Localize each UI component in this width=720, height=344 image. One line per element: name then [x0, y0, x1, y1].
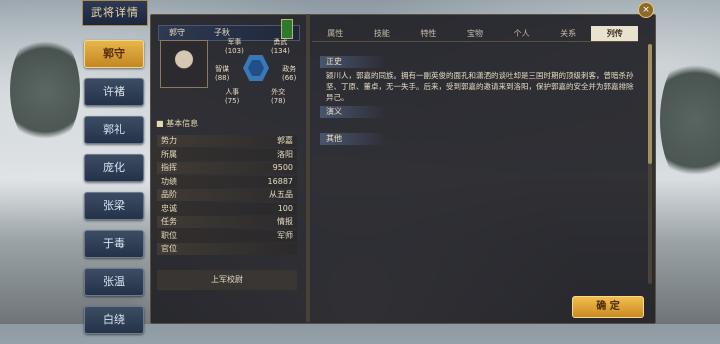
close-icon[interactable]: ×	[638, 2, 654, 18]
basic-info-title: ■ 基本信息	[156, 119, 199, 128]
general-list: 郭守 许褚 郭礼 庞化 张梁 于毒 张温 白绕	[84, 40, 146, 344]
info-row: 品阶 从五品	[157, 189, 297, 201]
tree-decoration	[10, 30, 80, 150]
pane-divider	[306, 14, 310, 322]
stat-diplomacy: 外交 (78)	[271, 88, 286, 105]
sidebar-item-6[interactable]: 张温	[84, 268, 144, 296]
sidebar-item-5[interactable]: 于毒	[84, 230, 144, 258]
info-row: 功绩 16887	[157, 175, 297, 188]
tab-biography[interactable]: 列传	[591, 26, 639, 42]
stat-military: 军事 (103)	[225, 38, 244, 55]
tab-treasures[interactable]: 宝物	[451, 26, 499, 42]
tab-skills[interactable]: 技能	[358, 26, 406, 42]
basic-info-table: 势力 郭嘉 所属 洛阳 指挥 9500 功绩 16887 品阶 从五品 忠诚 100 任务情…	[157, 135, 297, 257]
sidebar-item-2[interactable]: 郭礼	[84, 116, 144, 144]
info-row: 势力 郭嘉	[157, 135, 297, 147]
info-row: 忠诚 100	[157, 202, 297, 215]
stat-politics: 政务 (66)	[282, 65, 297, 82]
info-row: 官位	[157, 243, 297, 255]
sidebar-item-7[interactable]: 白绕	[84, 306, 144, 334]
stat-courage: 勇武 (134)	[271, 38, 290, 55]
info-row: 所属 洛阳	[157, 148, 297, 161]
general-name: 郭守	[169, 28, 185, 37]
info-row: 指挥 9500	[157, 162, 297, 174]
info-row: 职位 军师	[157, 229, 297, 242]
tab-bar: 属性 技能 特性 宝物 个人 关系 列传	[312, 26, 639, 42]
sidebar-item-1[interactable]: 许褚	[84, 78, 144, 106]
sidebar-item-0[interactable]: 郭守	[84, 40, 144, 68]
tab-attributes[interactable]: 属性	[312, 26, 359, 42]
section-other: 其他	[320, 133, 386, 145]
tab-traits[interactable]: 特性	[405, 26, 452, 42]
section-history: 正史	[320, 56, 386, 68]
sidebar-item-4[interactable]: 张梁	[84, 192, 144, 220]
portrait	[160, 40, 208, 88]
biography-text: 颍川人，郭嘉的同族。拥有一副英俊的面孔和潇洒的谈吐却是三国时期的顶级刺客，曾暗杀…	[326, 71, 634, 102]
tab-personal[interactable]: 个人	[498, 26, 545, 42]
page-title: 武将详情	[82, 0, 148, 26]
tab-relations[interactable]: 关系	[544, 26, 592, 42]
info-row: 任务 情报	[157, 216, 297, 228]
section-novel: 演义	[320, 106, 386, 118]
confirm-button[interactable]: 确 定	[572, 296, 644, 318]
flag-icon	[281, 19, 293, 39]
scrollbar-thumb[interactable]	[648, 44, 652, 164]
official-title-button[interactable]: 上军校尉	[157, 270, 297, 290]
stat-strategy: 智谋 (88)	[215, 65, 230, 82]
stat-personnel: 人事 (75)	[225, 88, 240, 105]
sidebar-item-3[interactable]: 庞化	[84, 154, 144, 182]
